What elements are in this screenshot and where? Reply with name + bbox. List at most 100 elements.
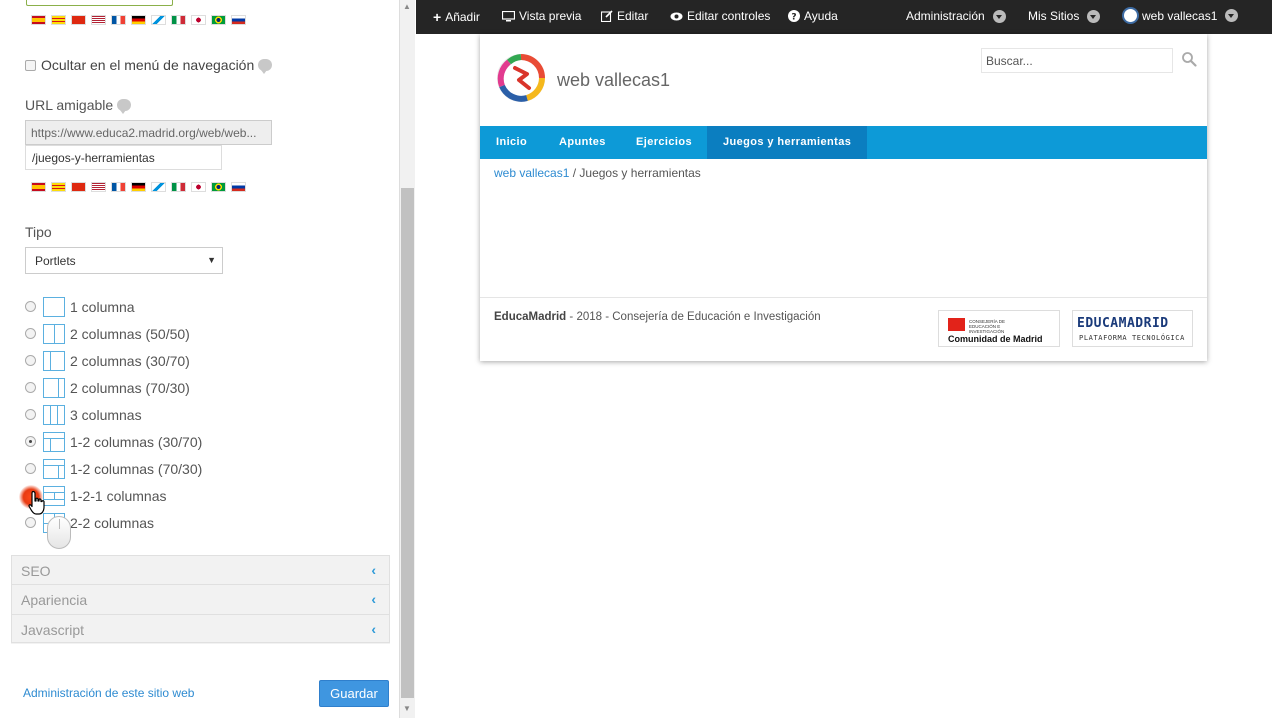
user-menu[interactable]: web vallecas1 [1122, 7, 1239, 24]
flag-jp-icon[interactable] [191, 182, 206, 192]
flag-zh-icon[interactable] [71, 15, 86, 25]
flag-es-icon[interactable] [31, 182, 46, 192]
flag-ru-icon[interactable] [231, 15, 246, 25]
layout-label: 1-2 columnas (70/30) [70, 460, 203, 477]
preview-button[interactable]: Vista previa [502, 9, 581, 23]
flag-gl-icon[interactable] [151, 182, 166, 192]
em-logo-subtitle: PLATAFORMA TECNOLÓGICA [1079, 334, 1185, 342]
layout-option[interactable]: 1-2 columnas (70/30) [25, 455, 202, 482]
preview-label: Vista previa [519, 9, 582, 23]
layout-option[interactable]: 2 columnas (50/50) [25, 320, 202, 347]
flag-jp-icon[interactable] [191, 15, 206, 25]
site-admin-link[interactable]: Administración de este sitio web [23, 686, 194, 700]
my-sites-label: Mis Sitios [1028, 9, 1080, 23]
search-icon[interactable] [1181, 51, 1197, 67]
flag-es-icon[interactable] [31, 15, 46, 25]
edit-button[interactable]: Editar [601, 9, 648, 23]
user-avatar [1122, 7, 1139, 24]
flag-us-icon[interactable] [91, 15, 106, 25]
my-sites-menu[interactable]: Mis Sitios [1028, 9, 1101, 23]
friendly-url-label-row: URL amigable [25, 97, 132, 114]
flag-fr-icon[interactable] [111, 182, 126, 192]
layout-option[interactable]: 2 columnas (30/70) [25, 347, 202, 374]
dropdown-caret-icon [1087, 9, 1101, 23]
help-bubble-icon[interactable] [258, 59, 273, 74]
flag-br-icon[interactable] [211, 182, 226, 192]
flag-ru-icon[interactable] [231, 182, 246, 192]
site-logo[interactable] [497, 54, 545, 102]
panel-scrollbar[interactable]: ▲ ▼ [400, 0, 415, 718]
scroll-down-arrow-icon[interactable]: ▼ [403, 704, 411, 713]
layout-option[interactable]: 1 columna [25, 293, 202, 320]
type-select[interactable]: Portlets ▼ [25, 247, 223, 274]
madrid-flag-icon [948, 318, 965, 331]
layout-2-col-50-50-icon [43, 323, 65, 344]
layout-option[interactable]: 2 columnas (70/30) [25, 374, 202, 401]
help-bubble-icon[interactable] [117, 99, 132, 114]
flag-ca-icon[interactable] [51, 182, 66, 192]
layout-option[interactable]: 1-2-1 columnas [25, 482, 202, 509]
flag-br-icon[interactable] [211, 15, 226, 25]
eye-icon [670, 12, 683, 20]
name-input-bottom-edge[interactable] [26, 0, 173, 6]
flag-zh-icon[interactable] [71, 182, 86, 192]
accordion-seo[interactable]: SEO ‹ [11, 555, 390, 585]
type-label: Tipo [25, 224, 52, 240]
nav-item-juegos-y-herramientas[interactable]: Juegos y herramientas [707, 126, 868, 159]
friendly-url-input[interactable]: /juegos-y-herramientas [25, 145, 222, 170]
flag-gl-icon[interactable] [151, 15, 166, 25]
layout-label: 1-2-1 columnas [70, 487, 167, 504]
nav-item-ejercicios[interactable]: Ejercicios [620, 126, 708, 159]
edit-controls-button[interactable]: Editar controles [670, 9, 770, 23]
search-input[interactable]: Buscar... [981, 48, 1173, 73]
layout-label: 1-2 columnas (30/70) [70, 433, 203, 450]
flag-it-icon[interactable] [171, 182, 186, 192]
question-circle-icon: ? [788, 10, 800, 22]
layout-radio[interactable] [25, 409, 36, 420]
add-button[interactable]: + Añadir [433, 9, 480, 25]
help-button[interactable]: ? Ayuda [788, 9, 838, 23]
layout-1-col-icon [43, 296, 65, 317]
layout-radio[interactable] [25, 355, 36, 366]
nav-item-inicio[interactable]: Inicio [480, 126, 543, 159]
site-title[interactable]: web vallecas1 [557, 70, 670, 91]
layout-radio[interactable] [25, 463, 36, 474]
accordion-appearance[interactable]: Apariencia ‹ [11, 584, 390, 614]
caret-down-icon: ▼ [207, 255, 216, 265]
admin-menu[interactable]: Administración [906, 9, 1006, 23]
footer-text: EducaMadrid - 2018 - Consejería de Educa… [494, 311, 821, 323]
layout-label: 2 columnas (70/30) [70, 379, 190, 396]
hide-nav-checkbox-row[interactable]: Ocultar en el menú de navegación [25, 57, 273, 74]
flag-de-icon[interactable] [131, 182, 146, 192]
save-button[interactable]: Guardar [319, 680, 389, 707]
scroll-up-arrow-icon[interactable]: ▲ [403, 2, 411, 11]
layout-3-col-icon [43, 404, 65, 425]
flag-us-icon[interactable] [91, 182, 106, 192]
layout-radio[interactable] [25, 301, 36, 312]
breadcrumb-home-link[interactable]: web vallecas1 [494, 166, 569, 180]
flag-de-icon[interactable] [131, 15, 146, 25]
user-name: web vallecas1 [1142, 8, 1218, 23]
add-label: Añadir [445, 10, 480, 24]
site-navigation: Inicio Apuntes Ejercicios Juegos y herra… [480, 126, 1207, 159]
comunidad-madrid-logo[interactable]: CONSEJERÍA DE EDUCACIÓN E INVESTIGACIÓN … [938, 310, 1060, 347]
hand-cursor-icon [28, 490, 45, 515]
layout-option-selected[interactable]: 1-2 columnas (30/70) [25, 428, 202, 455]
layout-radio[interactable] [25, 328, 36, 339]
scrollbar-thumb[interactable] [401, 188, 414, 698]
layout-option[interactable]: 3 columnas [25, 401, 202, 428]
layout-label: 2 columnas (50/50) [70, 325, 190, 342]
layout-1-2-col-30-70-icon [43, 431, 65, 452]
cm-logo-text: Comunidad de Madrid [948, 334, 1043, 344]
layout-radio[interactable] [25, 517, 36, 528]
preview-scrollbar[interactable] [1262, 34, 1272, 718]
nav-item-apuntes[interactable]: Apuntes [543, 126, 622, 159]
flag-fr-icon[interactable] [111, 15, 126, 25]
accordion-javascript[interactable]: Javascript ‹ [11, 614, 390, 644]
educamadrid-logo[interactable]: EDUCAMADRID PLATAFORMA TECNOLÓGICA [1072, 310, 1193, 347]
layout-radio[interactable] [25, 382, 36, 393]
flag-it-icon[interactable] [171, 15, 186, 25]
hide-nav-checkbox[interactable] [25, 59, 36, 71]
layout-radio-checked[interactable] [25, 436, 36, 447]
flag-ca-icon[interactable] [51, 15, 66, 25]
